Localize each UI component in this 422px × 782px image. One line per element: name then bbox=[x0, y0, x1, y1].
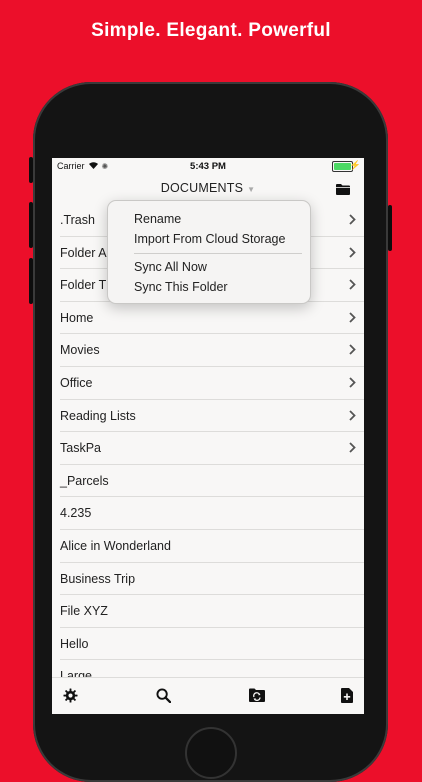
row-label: File XYZ bbox=[60, 604, 108, 619]
chevron-right-icon bbox=[349, 246, 356, 261]
navigation-bar: DOCUMENTS ▼ bbox=[52, 178, 364, 200]
new-file-icon[interactable] bbox=[341, 688, 353, 708]
phone-volume-up bbox=[29, 202, 33, 248]
status-bar: Carrier ✺ 5:43 PM ⚡ bbox=[52, 158, 364, 174]
row-label: Reading Lists bbox=[60, 408, 136, 423]
row-label: Alice in Wonderland bbox=[60, 538, 171, 553]
app-screen: Carrier ✺ 5:43 PM ⚡ DOCUMENTS ▼ .Trash Fol… bbox=[52, 158, 364, 714]
sync-folder-icon[interactable] bbox=[249, 688, 265, 707]
menu-divider bbox=[134, 253, 302, 254]
search-icon[interactable] bbox=[156, 688, 172, 708]
caret-down-icon: ▼ bbox=[247, 185, 256, 194]
folder-row[interactable]: Home bbox=[60, 302, 364, 335]
phone-home-button bbox=[185, 727, 237, 779]
chevron-right-icon bbox=[349, 214, 356, 228]
row-label: Hello bbox=[60, 636, 89, 651]
file-row[interactable]: _Parcels bbox=[60, 465, 364, 498]
phone-volume-down bbox=[29, 258, 33, 304]
file-row[interactable]: 4.235 bbox=[60, 497, 364, 530]
chevron-right-icon bbox=[349, 344, 356, 358]
menu-item-rename[interactable]: Rename bbox=[134, 212, 181, 226]
chevron-right-icon bbox=[349, 279, 356, 293]
folder-row[interactable]: TaskPa bbox=[60, 432, 364, 465]
bottom-toolbar bbox=[52, 677, 364, 714]
row-label: Folder A bbox=[60, 245, 107, 260]
file-row[interactable]: File XYZ bbox=[60, 595, 364, 628]
folder-row[interactable]: Office bbox=[60, 367, 364, 400]
folder-icon[interactable] bbox=[336, 182, 350, 200]
folder-row[interactable]: Reading Lists bbox=[60, 400, 364, 433]
chevron-right-icon bbox=[349, 409, 356, 424]
chevron-right-icon bbox=[349, 312, 356, 326]
menu-item-sync-folder[interactable]: Sync This Folder bbox=[134, 280, 228, 294]
row-label: .Trash bbox=[60, 213, 95, 227]
charging-icon: ⚡ bbox=[349, 160, 361, 170]
phone-silent-switch bbox=[29, 157, 33, 183]
chevron-right-icon bbox=[349, 442, 356, 456]
folder-title-dropdown[interactable]: DOCUMENTS ▼ bbox=[52, 181, 364, 195]
row-label: Home bbox=[60, 310, 94, 325]
row-label: Movies bbox=[60, 343, 100, 358]
file-row[interactable]: Hello bbox=[60, 628, 364, 661]
row-label: Business Trip bbox=[60, 571, 136, 586]
row-label: 4.235 bbox=[60, 506, 92, 521]
row-label: TaskPa bbox=[60, 441, 101, 456]
row-label: Office bbox=[60, 375, 93, 390]
context-menu: Rename Import From Cloud Storage Sync Al… bbox=[107, 200, 311, 304]
file-row[interactable]: Alice in Wonderland bbox=[60, 530, 364, 563]
row-label: Folder T bbox=[60, 278, 107, 293]
folder-row[interactable]: Movies bbox=[60, 334, 364, 367]
chevron-right-icon bbox=[349, 377, 356, 391]
status-time: 5:43 PM bbox=[190, 161, 226, 172]
menu-item-sync-all[interactable]: Sync All Now bbox=[134, 260, 207, 274]
menu-item-import-cloud[interactable]: Import From Cloud Storage bbox=[134, 232, 285, 246]
row-label: _Parcels bbox=[60, 473, 109, 488]
file-row[interactable]: Business Trip bbox=[60, 563, 364, 596]
gear-icon[interactable] bbox=[63, 688, 78, 708]
page-title: DOCUMENTS bbox=[160, 181, 244, 195]
headline: Simple. Elegant. Powerful bbox=[91, 20, 331, 41]
phone-power-button bbox=[388, 205, 392, 251]
